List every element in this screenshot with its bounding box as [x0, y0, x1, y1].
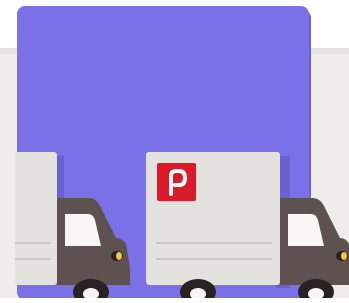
- headlight: [341, 252, 347, 260]
- cargo-stripe: [15, 258, 51, 260]
- headlight: [116, 252, 122, 260]
- cargo-stripe: [15, 242, 51, 244]
- cargo-stripe: [156, 258, 272, 260]
- cargo-stripe: [156, 242, 272, 244]
- delivery-illustration: [0, 0, 349, 303]
- cargo-box: [15, 152, 57, 285]
- post-logo-icon: [157, 163, 196, 201]
